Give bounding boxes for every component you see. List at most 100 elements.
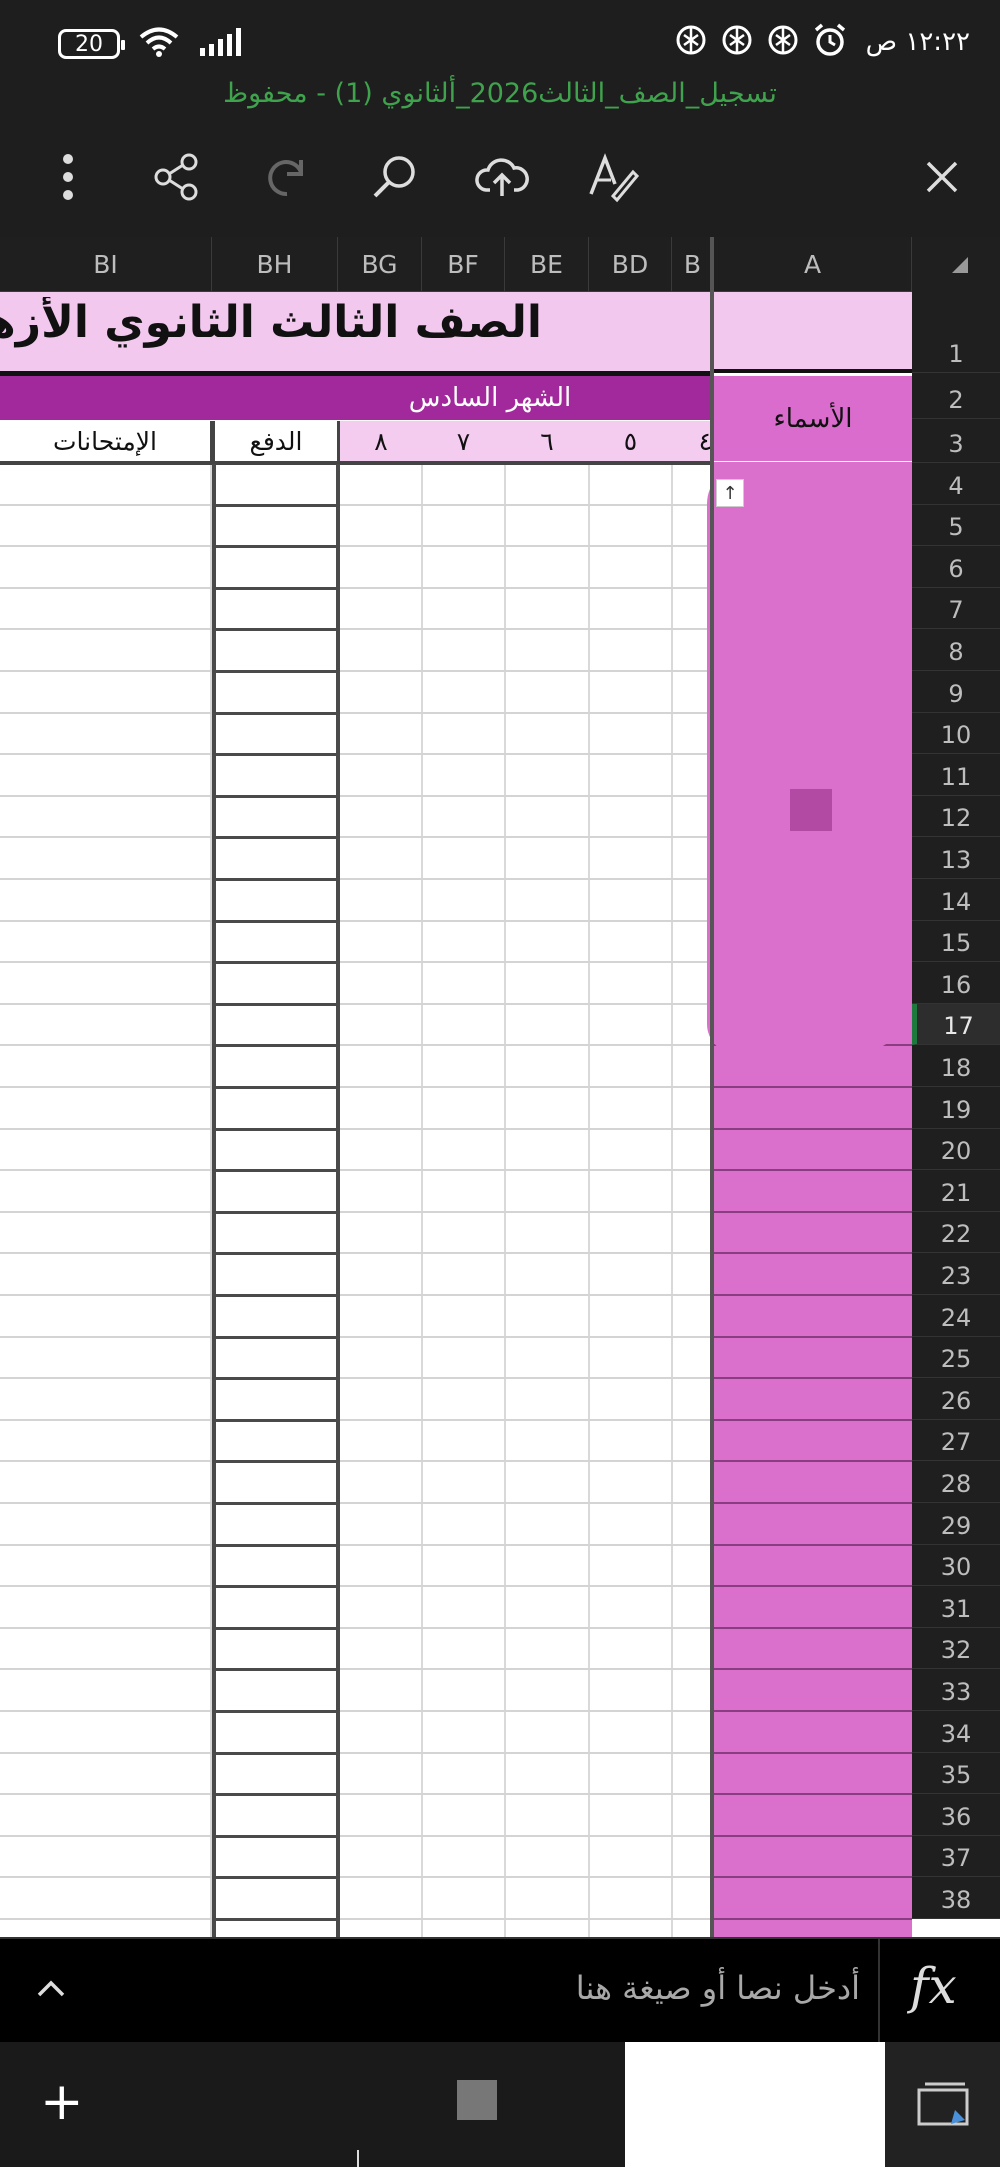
row-header[interactable]: 29 <box>912 1503 1000 1545</box>
share-icon[interactable] <box>144 145 208 209</box>
payment-column[interactable] <box>212 464 340 1937</box>
row-header[interactable]: 30 <box>912 1545 1000 1586</box>
row-header[interactable]: 23 <box>912 1253 1000 1295</box>
grid-line <box>0 1627 712 1629</box>
payment-cell-border <box>216 1377 336 1380</box>
name-cell-border <box>714 1627 912 1629</box>
names-title-cell[interactable] <box>714 292 912 373</box>
row-header[interactable]: 4 <box>912 463 1000 505</box>
row-header[interactable]: 12 <box>912 796 1000 837</box>
row-header[interactable]: 8 <box>912 629 1000 671</box>
row-header[interactable]: 18 <box>912 1045 1000 1087</box>
payment-header[interactable]: الدفع <box>212 421 340 461</box>
formula-input[interactable]: أدخل نصا أو صيغة هنا <box>120 1969 860 2015</box>
selection-handle[interactable] <box>790 789 832 831</box>
session-header[interactable]: ٨ <box>340 421 422 461</box>
name-cell-border <box>714 1336 912 1338</box>
row-header[interactable]: 5 <box>912 505 1000 546</box>
row-header[interactable]: 7 <box>912 588 1000 629</box>
row-header[interactable]: 15 <box>912 921 1000 962</box>
column-header-bd[interactable]: BD <box>589 237 672 292</box>
payment-cell-border <box>216 1252 336 1255</box>
column-header-be[interactable]: BE <box>505 237 589 292</box>
grid-line <box>588 464 590 1937</box>
row-header[interactable]: 9 <box>912 671 1000 713</box>
row-header[interactable]: 14 <box>912 879 1000 921</box>
row-header[interactable]: 35 <box>912 1753 1000 1794</box>
row-header[interactable]: 13 <box>912 837 1000 879</box>
column-header-bg[interactable]: BG <box>338 237 422 292</box>
row-header[interactable]: 26 <box>912 1378 1000 1420</box>
payment-cell-border <box>216 1627 336 1630</box>
payment-cell-border <box>216 1086 336 1089</box>
payment-cell-border <box>216 961 336 964</box>
row-header[interactable]: 24 <box>912 1295 1000 1337</box>
row-header[interactable]: 27 <box>912 1420 1000 1461</box>
frozen-pane-divider <box>710 237 714 1937</box>
sheet-tab-area[interactable] <box>625 2042 885 2167</box>
exams-header[interactable]: الإمتحانات <box>0 421 212 461</box>
sheet-title[interactable]: الصف الثالث الثانوي الأزهري <box>0 297 542 367</box>
session-header[interactable]: ٤ <box>690 421 712 461</box>
row-header[interactable]: 11 <box>912 754 1000 796</box>
row-header[interactable]: 21 <box>912 1170 1000 1212</box>
column-header-bf[interactable]: BF <box>422 237 505 292</box>
row-header[interactable]: 20 <box>912 1129 1000 1170</box>
row-header[interactable]: 3 <box>912 419 1000 463</box>
column-header-bi[interactable]: BI <box>0 237 212 292</box>
sheet-list-icon[interactable] <box>885 2042 1000 2167</box>
session-header[interactable]: ٥ <box>589 421 672 461</box>
grid-line <box>0 1835 712 1837</box>
sort-up-icon[interactable]: ↑ <box>716 479 744 507</box>
row-header[interactable]: 32 <box>912 1628 1000 1669</box>
row-header[interactable]: 16 <box>912 962 1000 1004</box>
fx-button[interactable]: fx <box>910 1957 957 2015</box>
spreadsheet-grid[interactable]: BI BH BG BF BE BD B A الصف الثالث الثانو… <box>0 237 1000 1937</box>
grid-line <box>504 464 506 1937</box>
chevron-up-icon[interactable] <box>34 1975 68 2005</box>
row-header[interactable]: 1 <box>912 292 1000 373</box>
signal-icon <box>198 26 246 62</box>
row-header[interactable]: 25 <box>912 1337 1000 1378</box>
row-header[interactable]: 33 <box>912 1669 1000 1711</box>
alarm-icon <box>812 22 848 62</box>
names-header[interactable]: الأسماء <box>714 376 912 461</box>
payment-cell-border <box>216 1419 336 1422</box>
row-header[interactable]: 34 <box>912 1711 1000 1753</box>
name-cell-border <box>714 1169 912 1171</box>
row-header[interactable]: 31 <box>912 1586 1000 1628</box>
session-header[interactable]: ٦ <box>505 421 589 461</box>
column-header-a[interactable]: A <box>714 237 912 292</box>
close-icon[interactable] <box>910 145 974 209</box>
grid-line <box>0 1128 712 1130</box>
wifi-icon <box>138 26 180 62</box>
row-header[interactable]: 22 <box>912 1212 1000 1253</box>
row-header[interactable]: 10 <box>912 713 1000 754</box>
column-header-bh[interactable]: BH <box>212 237 338 292</box>
row-header[interactable]: 37 <box>912 1836 1000 1877</box>
month-band[interactable]: الشهر السادس <box>0 376 712 420</box>
row-header[interactable]: 38 <box>912 1877 1000 1919</box>
name-cell-border <box>714 1502 912 1504</box>
row-header[interactable]: 17 <box>912 1004 1000 1045</box>
payment-cell-border <box>216 1044 336 1047</box>
search-icon[interactable] <box>362 145 426 209</box>
redo-icon[interactable] <box>254 145 318 209</box>
grid-line <box>0 1377 712 1379</box>
stop-icon[interactable] <box>457 2080 497 2120</box>
format-pen-icon[interactable] <box>580 145 644 209</box>
column-header-b[interactable]: B <box>672 237 714 292</box>
cloud-upload-icon[interactable] <box>470 145 534 209</box>
row-header[interactable]: 36 <box>912 1794 1000 1836</box>
openai-icon <box>766 23 800 61</box>
grid-line <box>0 1003 712 1005</box>
row-header[interactable]: 19 <box>912 1087 1000 1129</box>
payment-cell-border <box>216 1835 336 1838</box>
row-header[interactable]: 28 <box>912 1461 1000 1503</box>
row-header[interactable]: 6 <box>912 546 1000 588</box>
row-header[interactable]: 2 <box>912 373 1000 419</box>
add-sheet-button[interactable]: + <box>40 2076 84 2128</box>
select-all-corner[interactable] <box>912 237 1000 292</box>
more-icon[interactable] <box>36 145 100 209</box>
session-header[interactable]: ٧ <box>422 421 505 461</box>
